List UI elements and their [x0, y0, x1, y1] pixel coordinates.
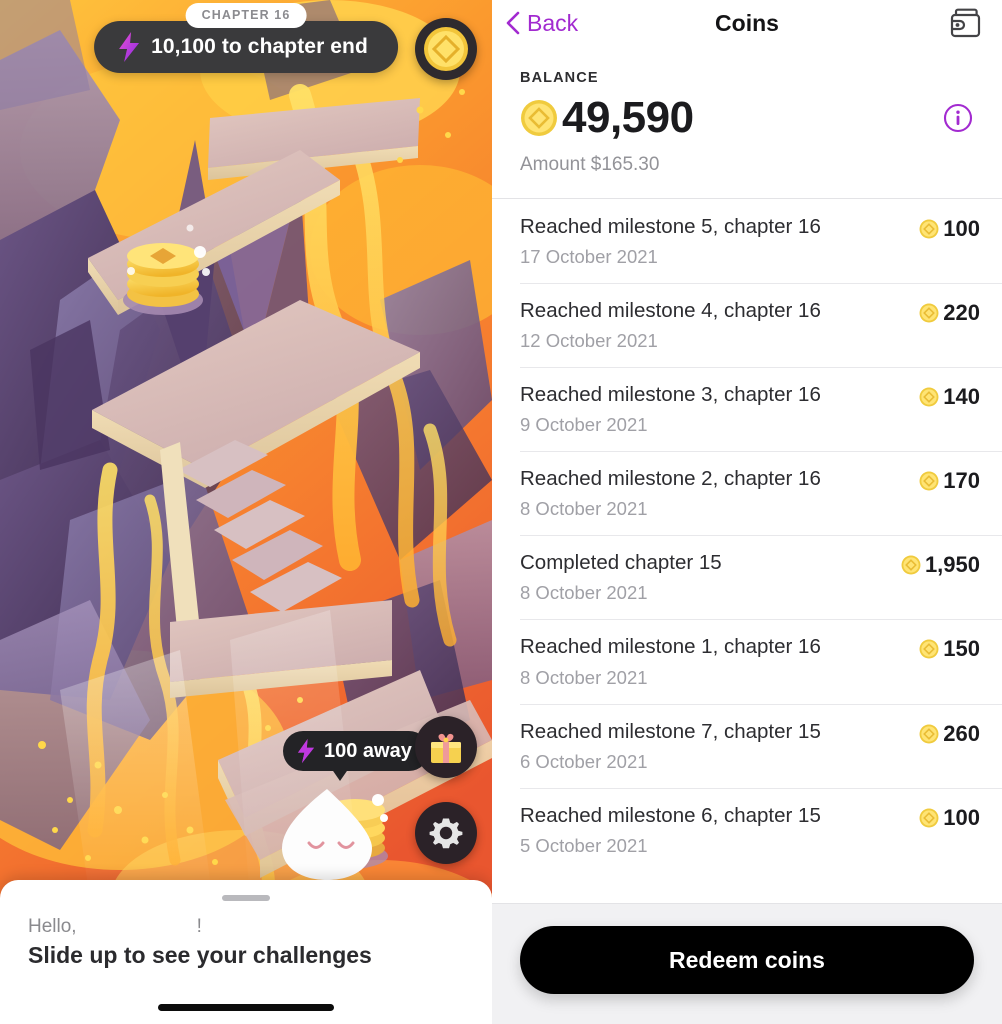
navigation-bar: Back Coins: [492, 0, 1002, 46]
transaction-date: 5 October 2021: [520, 834, 648, 856]
transaction-amount: 100: [919, 802, 980, 831]
transaction-amount-value: 260: [943, 720, 980, 746]
transaction-row[interactable]: Reached milestone 5, chapter 16 17 Octobe…: [492, 199, 1002, 283]
balance-amount: 49,590: [562, 93, 694, 142]
transaction-title: Reached milestone 1, chapter 16: [520, 635, 821, 659]
transaction-info: Reached milestone 1, chapter 16 8 October…: [520, 633, 919, 689]
transaction-info: Reached milestone 6, chapter 15 5 October…: [520, 802, 919, 858]
game-panel: CHAPTER 16 10,100 to chapter end 100 awa…: [0, 0, 492, 1024]
transaction-date: 8 October 2021: [520, 666, 648, 688]
redeem-coins-button[interactable]: Redeem coins: [520, 926, 974, 994]
rewards-button[interactable]: [415, 716, 477, 778]
transaction-date: 12 October 2021: [520, 330, 658, 352]
home-indicator: [158, 1004, 334, 1011]
coin-icon: [919, 303, 939, 323]
transaction-amount: 140: [919, 381, 980, 410]
coin-icon: [919, 387, 939, 407]
balance-info-button[interactable]: [942, 102, 974, 134]
transaction-title: Reached milestone 7, chapter 15: [520, 719, 821, 743]
transaction-row[interactable]: Completed chapter 15 8 October 2021 1,950: [492, 535, 1002, 619]
transaction-amount-value: 100: [943, 804, 980, 830]
wallet-icon: [950, 8, 981, 38]
transaction-info: Reached milestone 7, chapter 15 6 October…: [520, 718, 919, 774]
transaction-date: 17 October 2021: [520, 246, 658, 268]
balance-section: BALANCE 49,590 Amount $165.30: [492, 46, 1002, 198]
transaction-title: Reached milestone 4, chapter 16: [520, 299, 821, 323]
balance-row: 49,590: [520, 96, 974, 140]
transaction-info: Completed chapter 15 8 October 2021: [520, 549, 901, 605]
bolt-icon: [119, 32, 140, 62]
transaction-amount-value: 100: [943, 216, 980, 241]
coin-icon: [919, 639, 939, 659]
transaction-date: 8 October 2021: [520, 582, 648, 604]
transaction-info: Reached milestone 5, chapter 16 17 Octobe…: [520, 213, 919, 269]
transaction-amount: 150: [919, 633, 980, 662]
back-label: Back: [527, 9, 579, 36]
greeting-suffix: !: [196, 916, 202, 937]
transaction-row[interactable]: Reached milestone 6, chapter 15 5 October…: [492, 787, 1002, 872]
challenges-bottom-sheet[interactable]: Hello,! Slide up to see your challenges: [0, 880, 492, 1024]
coin-icon: [521, 100, 557, 136]
transaction-row[interactable]: Reached milestone 4, chapter 16 12 Octobe…: [492, 283, 1002, 367]
coin-icon: [919, 724, 939, 744]
coins-panel: Back Coins BALANCE 49,590 Amount $165.30…: [492, 0, 1002, 1024]
transaction-amount: 170: [919, 465, 980, 494]
transaction-amount-value: 1,950: [924, 552, 980, 578]
coin-icon: [424, 27, 468, 71]
transaction-amount: 220: [919, 297, 980, 326]
chapter-progress-pill[interactable]: 10,100 to chapter end: [94, 21, 398, 73]
transaction-info: Reached milestone 4, chapter 16 12 Octobe…: [520, 297, 919, 353]
transaction-row[interactable]: Reached milestone 7, chapter 15 6 October…: [492, 703, 1002, 788]
gear-icon: [429, 818, 463, 849]
transaction-row[interactable]: Reached milestone 2, chapter 16 8 October…: [492, 451, 1002, 535]
transaction-title: Reached milestone 2, chapter 16: [520, 467, 821, 491]
coin-icon: [919, 219, 939, 239]
settings-button[interactable]: [415, 802, 477, 864]
transaction-title: Reached milestone 3, chapter 16: [520, 383, 821, 407]
balance-subtitle: Amount $165.30: [520, 154, 660, 175]
app-screen: CHAPTER 16 10,100 to chapter end 100 awa…: [0, 0, 1002, 1024]
transaction-amount-value: 220: [943, 300, 980, 326]
footer-bar: Redeem coins: [492, 903, 1002, 1024]
greeting-prefix: Hello,: [28, 916, 77, 937]
next-milestone-label: 100 away: [324, 739, 412, 762]
transaction-date: 6 October 2021: [520, 750, 648, 772]
coin-icon: [919, 471, 939, 491]
chevron-left-icon: [506, 11, 520, 35]
sheet-grabber[interactable]: [222, 895, 270, 901]
transaction-amount-value: 150: [943, 636, 980, 662]
sheet-title: Slide up to see your challenges: [28, 942, 372, 968]
transaction-title: Reached milestone 6, chapter 15: [520, 803, 821, 827]
transaction-amount: 100: [919, 213, 980, 242]
chapter-progress-label: 10,100 to chapter end: [151, 35, 368, 58]
transaction-row[interactable]: Reached milestone 1, chapter 16 8 October…: [492, 619, 1002, 703]
info-icon: [943, 103, 973, 133]
coin-icon: [919, 808, 939, 828]
transaction-date: 8 October 2021: [520, 498, 648, 520]
next-milestone-pill[interactable]: 100 away: [283, 731, 429, 771]
transaction-list[interactable]: Reached milestone 5, chapter 16 17 Octobe…: [492, 198, 1002, 903]
coin-icon: [901, 555, 921, 575]
bolt-icon: [298, 739, 314, 763]
chapter-badge: CHAPTER 16: [185, 3, 307, 28]
greeting-line: Hello,!: [28, 916, 202, 938]
gift-icon: [431, 733, 461, 763]
coin-balance-fab[interactable]: [415, 18, 477, 80]
tooltip-tail: [331, 768, 349, 781]
balance-label: BALANCE: [520, 70, 599, 86]
transaction-info: Reached milestone 2, chapter 16 8 October…: [520, 465, 919, 521]
transaction-amount: 260: [919, 718, 980, 747]
transaction-amount-value: 140: [943, 384, 980, 410]
transaction-amount-value: 170: [943, 468, 980, 494]
transaction-info: Reached milestone 3, chapter 16 9 October…: [520, 381, 919, 437]
transaction-title: Completed chapter 15: [520, 551, 722, 575]
game-artwork: [0, 0, 492, 1024]
back-button[interactable]: Back: [506, 10, 578, 37]
transaction-date: 9 October 2021: [520, 414, 648, 436]
transaction-title: Reached milestone 5, chapter 16: [520, 215, 821, 238]
wallet-button[interactable]: [946, 2, 988, 44]
transaction-row[interactable]: Reached milestone 3, chapter 16 9 October…: [492, 367, 1002, 451]
transaction-amount: 1,950: [901, 549, 980, 578]
